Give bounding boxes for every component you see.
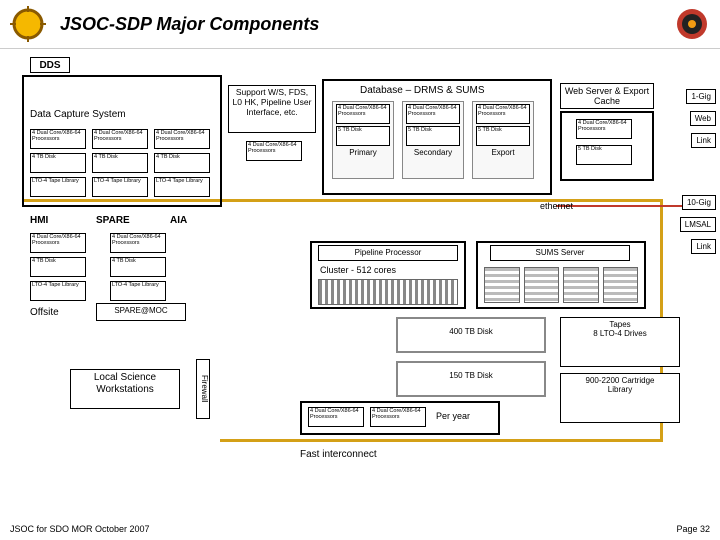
web-tag: Web [690,111,716,126]
sums-disks-icon [484,267,638,303]
web-server-box: Web Server & Export Cache [560,83,654,109]
aia-label: AIA [170,215,187,226]
hmi-proc-box: 4 Dual Core/X86-64Processors [30,233,86,253]
dcs-label: Data Capture System [30,109,126,120]
dcs-disk-box: 4 TB Disk [30,153,86,173]
web-disk-box: 5 TB Disk [576,145,632,165]
dcs-tape-box: LTO-4 Tape Library [92,177,148,197]
peryear-proc-box: 4 Dual Core/X86-64Processors [308,407,364,427]
peryear-proc-box: 4 Dual Core/X86-64Processors [370,407,426,427]
slide-footer: JSOC for SDO MOR October 2007 Page 32 [10,524,710,534]
footer-right: Page 32 [676,524,710,534]
offsite-label: Offsite [30,307,59,318]
hmi-disk-box: 4 TB Disk [30,257,86,277]
disk-400tb: 400 TB Disk [396,317,546,353]
local-science-workstations: Local Science Workstations [70,369,180,409]
pipeline-title: Pipeline Processor [318,245,458,261]
hmi-proc-box: 4 Dual Core/X86-64Processors [110,233,166,253]
tapes-sub: 8 LTO-4 Drives [564,329,676,338]
diagram-canvas: DDS Data Capture System 4 Dual Core/X86-… [0,49,720,509]
drms-proc-box: 4 Dual Core/X86-64Processors [336,104,390,124]
dds-box: DDS [30,57,70,73]
drms-col-label: Export [473,148,533,157]
footer-left: JSOC for SDO MOR October 2007 [10,524,150,534]
slide-title: JSOC-SDP Major Components [46,14,674,35]
cartridge-title: 900-2200 Cartridge [564,376,676,385]
web-proc-box: 4 Dual Core/X86-64Processors [576,119,632,139]
dcs-proc-box: 4 Dual Core/X86-64Processors [30,129,86,149]
drms-disk-box: 5 TB Disk [336,126,390,146]
link2-tag: Link [691,239,716,254]
dcs-tape-box: LTO-4 Tape Library [154,177,210,197]
pipeline-cluster-icon [318,279,458,305]
support-proc-box: 4 Dual Core/X86-64Processors [246,141,302,161]
support-box: Support W/S, FDS, L0 HK, Pipeline User I… [228,85,316,133]
drms-proc-box: 4 Dual Core/X86-64Processors [476,104,530,124]
drms-label: Database – DRMS & SUMS [360,85,485,96]
hmi-logo [10,6,46,42]
drms-proc-box: 4 Dual Core/X86-64Processors [406,104,460,124]
sums-title: SUMS Server [490,245,630,261]
aia-logo [674,6,710,42]
ethernet-label: ethernet [540,201,573,211]
one-gig-tag: 1-Gig [686,89,716,104]
hmi-label: HMI [30,215,48,226]
hmi-tape-box: LTO-4 Tape Library [110,281,166,301]
hmi-disk-box: 4 TB Disk [110,257,166,277]
fast-interconnect-label: Fast interconnect [300,449,377,460]
cartridge-sub: Library [564,385,676,394]
drms-export-col: 4 Dual Core/X86-64Processors 5 TB Disk E… [472,101,534,179]
spare-moc-box: SPARE@MOC [96,303,186,321]
dcs-disk-box: 4 TB Disk [154,153,210,173]
firewall-box: Firewall [196,359,210,419]
link-tag: Link [691,133,716,148]
disk-150tb: 150 TB Disk [396,361,546,397]
drms-disk-box: 5 TB Disk [406,126,460,146]
pipeline-sub: Cluster - 512 cores [320,265,396,275]
tapes-title: Tapes [564,320,676,329]
dcs-proc-box: 4 Dual Core/X86-64Processors [154,129,210,149]
hmi-tape-box: LTO-4 Tape Library [30,281,86,301]
drms-primary-col: 4 Dual Core/X86-64Processors 5 TB Disk P… [332,101,394,179]
cartridge-box: 900-2200 Cartridge Library [560,373,680,423]
dcs-proc-box: 4 Dual Core/X86-64Processors [92,129,148,149]
lmsal-tag: LMSAL [680,217,716,232]
drms-secondary-col: 4 Dual Core/X86-64Processors 5 TB Disk S… [402,101,464,179]
ethernet-line [556,205,696,207]
dcs-disk-box: 4 TB Disk [92,153,148,173]
bus-line [220,439,660,442]
drms-disk-box: 5 TB Disk [476,126,530,146]
drms-col-label: Primary [333,148,393,157]
spare-label: SPARE [96,215,130,226]
per-year-label: Per year [436,411,470,421]
drms-col-label: Secondary [403,148,463,157]
dcs-tape-box: LTO-4 Tape Library [30,177,86,197]
ten-gig-tag: 10-Gig [682,195,716,210]
tapes-box: Tapes 8 LTO-4 Drives [560,317,680,367]
slide-header: JSOC-SDP Major Components [0,0,720,49]
